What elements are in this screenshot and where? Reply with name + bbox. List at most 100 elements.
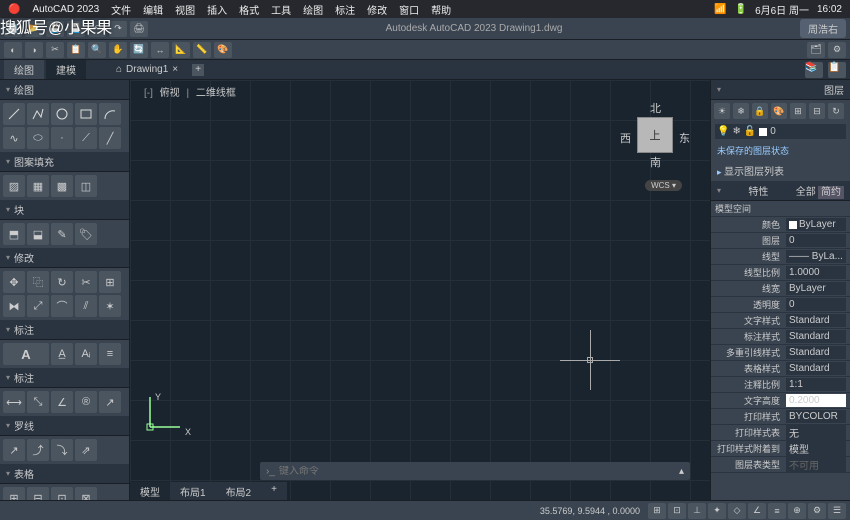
- layer-state[interactable]: 未保存的图层状态: [711, 141, 850, 160]
- viewcube-top[interactable]: 上: [637, 117, 673, 153]
- section-modify[interactable]: 修改: [0, 248, 129, 268]
- ortho-icon[interactable]: ⊥: [688, 503, 706, 519]
- section-leader[interactable]: 罗线: [0, 416, 129, 436]
- command-line[interactable]: ›_ ▴: [260, 462, 690, 480]
- prop-value[interactable]: ByLayer: [786, 218, 846, 231]
- prop-value[interactable]: Standard: [786, 314, 846, 327]
- layer-icon[interactable]: 🔒: [752, 103, 768, 119]
- new-tab-button[interactable]: +: [186, 63, 210, 77]
- prop-value[interactable]: 无: [786, 424, 846, 441]
- apple-icon[interactable]: 🔴: [8, 4, 20, 15]
- layer-panel-icon[interactable]: 📚: [805, 62, 823, 78]
- viewcube-west[interactable]: 西: [620, 130, 631, 146]
- leader-tool2[interactable]: ⤵: [51, 439, 73, 461]
- dim-leader-tool[interactable]: ↗: [99, 391, 121, 413]
- layer-icon[interactable]: ⊟: [809, 103, 825, 119]
- leader-tool3[interactable]: ⇗: [75, 439, 97, 461]
- dim-radius-tool[interactable]: ®: [75, 391, 97, 413]
- menubar-time[interactable]: 16:02: [817, 4, 842, 15]
- tool-icon[interactable]: ✋: [109, 42, 127, 58]
- tool-icon[interactable]: 📐: [172, 42, 190, 58]
- prop-row[interactable]: 文字高度0.2000: [711, 393, 850, 409]
- table-ext-tool[interactable]: ⊠: [75, 487, 97, 500]
- tool-icon[interactable]: 🎨: [214, 42, 232, 58]
- rotate-tool[interactable]: ↻: [51, 271, 73, 293]
- tool-icon[interactable]: ↔: [151, 42, 169, 58]
- dim-aligned-tool[interactable]: ⤡: [27, 391, 49, 413]
- model-tab[interactable]: 模型: [130, 482, 170, 500]
- tab-model[interactable]: 建模: [46, 60, 86, 79]
- tool-icon[interactable]: ◐: [4, 42, 22, 58]
- rect-tool[interactable]: [75, 103, 97, 125]
- prop-row[interactable]: 注释比例1:1: [711, 377, 850, 393]
- menu-tools[interactable]: 工具: [271, 2, 291, 17]
- mleader-tool[interactable]: ↗: [3, 439, 25, 461]
- ellipse-tool[interactable]: ⬭: [27, 127, 49, 149]
- prop-row[interactable]: 图层0: [711, 233, 850, 249]
- leader-tool[interactable]: ⤴: [27, 439, 49, 461]
- prop-value[interactable]: BYCOLOR: [786, 410, 846, 423]
- prop-row[interactable]: 文字样式Standard: [711, 313, 850, 329]
- prop-value[interactable]: Standard: [786, 362, 846, 375]
- prop-row[interactable]: 颜色ByLayer: [711, 217, 850, 233]
- move-tool[interactable]: ✥: [3, 271, 25, 293]
- viewport-label[interactable]: [-] 俯视 | 二维线框: [144, 84, 240, 99]
- cmd-dropdown-icon[interactable]: ▴: [679, 466, 684, 477]
- close-icon[interactable]: ×: [172, 64, 178, 75]
- xline-tool[interactable]: ╱: [99, 127, 121, 149]
- prop-row[interactable]: 图层表类型不可用: [711, 457, 850, 473]
- app-name[interactable]: AutoCAD 2023: [32, 4, 99, 15]
- tool-icon[interactable]: ✂: [46, 42, 64, 58]
- text-align-tool[interactable]: ≡: [99, 343, 121, 365]
- create-block-tool[interactable]: ⬓: [27, 223, 49, 245]
- array-tool[interactable]: ⊞: [99, 271, 121, 293]
- layer-icon[interactable]: ❄: [733, 103, 749, 119]
- menu-insert[interactable]: 插入: [207, 2, 227, 17]
- viewcube[interactable]: 北 南 东 西 上: [620, 100, 690, 170]
- menubar-date[interactable]: 6月6日 周一: [755, 2, 809, 17]
- prop-row[interactable]: 打印样式BYCOLOR: [711, 409, 850, 425]
- point-tool[interactable]: ·: [51, 127, 73, 149]
- tool-icon[interactable]: 🔍: [88, 42, 106, 58]
- circle-tool[interactable]: [51, 103, 73, 125]
- tab-draw[interactable]: 绘图: [4, 60, 44, 79]
- section-block[interactable]: 块: [0, 200, 129, 220]
- arc-tool[interactable]: [99, 103, 121, 125]
- otrack-icon[interactable]: ∠: [748, 503, 766, 519]
- grid-snap-icon[interactable]: ⊞: [648, 503, 666, 519]
- workspace-icon[interactable]: ⚙: [808, 503, 826, 519]
- prop-value[interactable]: Standard: [786, 330, 846, 343]
- ucs-icon[interactable]: Y X: [150, 427, 190, 470]
- menu-edit[interactable]: 编辑: [143, 2, 163, 17]
- layer-icon[interactable]: ↻: [828, 103, 844, 119]
- prop-row[interactable]: 线型—— ByLa...: [711, 249, 850, 265]
- layer-selector[interactable]: 💡❄🔓 0: [715, 124, 846, 139]
- layer-icon[interactable]: ☀: [714, 103, 730, 119]
- polar-icon[interactable]: ✦: [708, 503, 726, 519]
- doc-tab[interactable]: ⌂ Drawing1 ×: [110, 63, 184, 76]
- mtext-tool[interactable]: A: [3, 343, 49, 365]
- print-icon[interactable]: 🖨: [130, 21, 148, 37]
- prop-value[interactable]: ByLayer: [786, 282, 846, 295]
- table-tool[interactable]: ⊞: [3, 487, 25, 500]
- drawing-canvas[interactable]: [-] 俯视 | 二维线框 北 南 东 西 上 WCS ▾ Y X ›_ ▴ 模…: [130, 80, 710, 500]
- props-panel-icon[interactable]: 📋: [828, 62, 846, 78]
- tool-icon[interactable]: 📋: [67, 42, 85, 58]
- prop-row[interactable]: 透明度0: [711, 297, 850, 313]
- region-tool[interactable]: ◫: [75, 175, 97, 197]
- prop-value[interactable]: 0.2000: [786, 394, 846, 407]
- boundary-tool[interactable]: ▩: [51, 175, 73, 197]
- prop-row[interactable]: 多重引线样式Standard: [711, 345, 850, 361]
- tool-icon[interactable]: 🔄: [130, 42, 148, 58]
- prop-row[interactable]: 标注样式Standard: [711, 329, 850, 345]
- table-style-tool[interactable]: ⊟: [27, 487, 49, 500]
- menu-window[interactable]: 窗口: [399, 2, 419, 17]
- viewcube-south[interactable]: 南: [650, 154, 661, 170]
- battery-icon[interactable]: 🔋: [735, 4, 747, 15]
- mirror-tool[interactable]: ⧓: [3, 295, 25, 317]
- layout2-tab[interactable]: 布局2: [216, 482, 262, 500]
- prop-value[interactable]: 1:1: [786, 378, 846, 391]
- trim-tool[interactable]: ✂: [75, 271, 97, 293]
- snap-icon[interactable]: ⊡: [668, 503, 686, 519]
- section-table[interactable]: 表格: [0, 464, 129, 484]
